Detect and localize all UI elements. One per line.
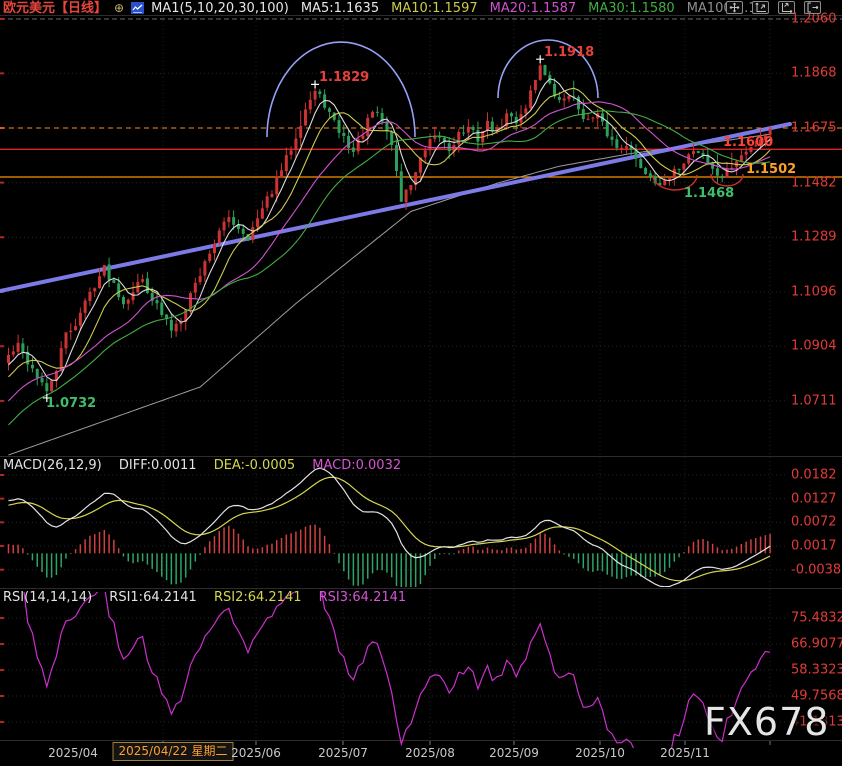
watermark: FX678 bbox=[704, 700, 829, 744]
rsi-axis-label: 58.3323 bbox=[791, 663, 842, 678]
price-tag-orange-line: 1.1502 bbox=[746, 162, 796, 177]
pan-icon[interactable] bbox=[726, 1, 743, 14]
macd-axis-label: 0.0182 bbox=[791, 468, 837, 483]
rsi-params-label: RSI(14,14,14) bbox=[3, 590, 92, 605]
x-axis-label: 2025/10 bbox=[575, 746, 625, 760]
scale-x-axis-icon[interactable] bbox=[778, 1, 795, 14]
ma-legend-ma20: MA20:1.1587 bbox=[490, 1, 577, 16]
rsi-axis-label: 75.4832 bbox=[791, 611, 842, 626]
ma-settings-label: MA1(5,10,20,30,100) bbox=[151, 1, 289, 16]
price-tag-red-line: 1.1600 bbox=[723, 135, 773, 150]
macd-params-label: MACD(26,12,9) bbox=[3, 458, 102, 473]
selected-date-label: 2025/04/22 星期二 bbox=[113, 742, 234, 761]
rsi-axis-label: 66.9077 bbox=[791, 637, 842, 652]
grid-layer bbox=[0, 16, 842, 741]
x-axis-label: 2025/11 bbox=[660, 746, 710, 760]
chart-header: 欧元美元【日线】 ⊕ MA1(5,10,20,30,100) MA5:1.163… bbox=[0, 0, 842, 16]
chart-type-icon[interactable] bbox=[131, 2, 144, 14]
x-axis-label: 2025/06 bbox=[231, 746, 281, 760]
price-axis-label: 1.0711 bbox=[791, 393, 837, 408]
annotation-swing-high-2: 1.1918 bbox=[544, 45, 594, 60]
left-axis-ticks bbox=[0, 18, 770, 745]
macd-title-row: MACD(26,12,9) DIFF:0.0011 DEA:-0.0005 MA… bbox=[3, 458, 414, 473]
x-axis-label: 2025/08 bbox=[405, 746, 455, 760]
macd-layer bbox=[8, 468, 771, 601]
annotation-layer bbox=[43, 40, 743, 402]
ma-lines-layer bbox=[9, 79, 771, 425]
macd-axis-label: 0.0072 bbox=[791, 515, 837, 530]
compass-icon[interactable]: ⊕ bbox=[114, 1, 124, 16]
chart-window: 欧元美元【日线】 ⊕ MA1(5,10,20,30,100) MA5:1.163… bbox=[0, 0, 842, 766]
rsi2-value: RSI2:64.2141 bbox=[214, 590, 302, 605]
macd-axis-label: -0.0038 bbox=[791, 562, 841, 577]
price-axis-label: 1.1675 bbox=[791, 120, 837, 135]
chart-canvas[interactable] bbox=[0, 0, 842, 766]
price-axis-label: 1.1096 bbox=[791, 284, 837, 299]
macd-macd-value: MACD:0.0032 bbox=[312, 458, 401, 473]
price-axis-label: 1.1868 bbox=[791, 66, 837, 81]
scale-y-axis-icon[interactable] bbox=[752, 1, 769, 14]
price-axis-label: 1.0904 bbox=[791, 339, 837, 354]
macd-axis-label: 0.0127 bbox=[791, 491, 837, 506]
macd-axis-label: 0.0017 bbox=[791, 539, 837, 554]
annotation-double-bottom: 1.1468 bbox=[684, 186, 734, 201]
symbol-title: 欧元美元【日线】 bbox=[3, 1, 107, 16]
price-axis-label: 1.1289 bbox=[791, 230, 837, 245]
x-axis-label: 2025/07 bbox=[318, 746, 368, 760]
x-axis-label: 2025/09 bbox=[489, 746, 539, 760]
annotation-swing-high-1: 1.1829 bbox=[319, 70, 369, 85]
rsi3-value: RSI3:64.2141 bbox=[319, 590, 407, 605]
price-axis-label: 1.1482 bbox=[791, 175, 837, 190]
rsi-title-row: RSI(14,14,14) RSI1:64.2141 RSI2:64.2141 … bbox=[3, 590, 419, 605]
x-axis-label: 2025/04 bbox=[48, 746, 98, 760]
ma-legend-ma30: MA30:1.1580 bbox=[588, 1, 675, 16]
macd-dea-value: DEA:-0.0005 bbox=[214, 458, 295, 473]
chart-toolbar bbox=[726, 1, 821, 14]
pan-right-icon[interactable] bbox=[804, 1, 821, 14]
rsi-layer bbox=[9, 544, 771, 766]
ma-legend-ma10: MA10:1.1597 bbox=[391, 1, 478, 16]
macd-diff-value: DIFF:0.0011 bbox=[119, 458, 197, 473]
rsi1-value: RSI1:64.2141 bbox=[109, 590, 197, 605]
candles-layer bbox=[7, 59, 772, 395]
x-axis: 2025/04/22 星期二 2025/04 2025/06 2025/07 2025… bbox=[0, 741, 842, 766]
ma-legend: MA5:1.1635 MA10:1.1597 MA20:1.1587 MA30:1.1… bbox=[289, 1, 765, 16]
ma-legend-ma5: MA5:1.1635 bbox=[301, 1, 379, 16]
annotation-swing-low: 1.0732 bbox=[46, 396, 96, 411]
